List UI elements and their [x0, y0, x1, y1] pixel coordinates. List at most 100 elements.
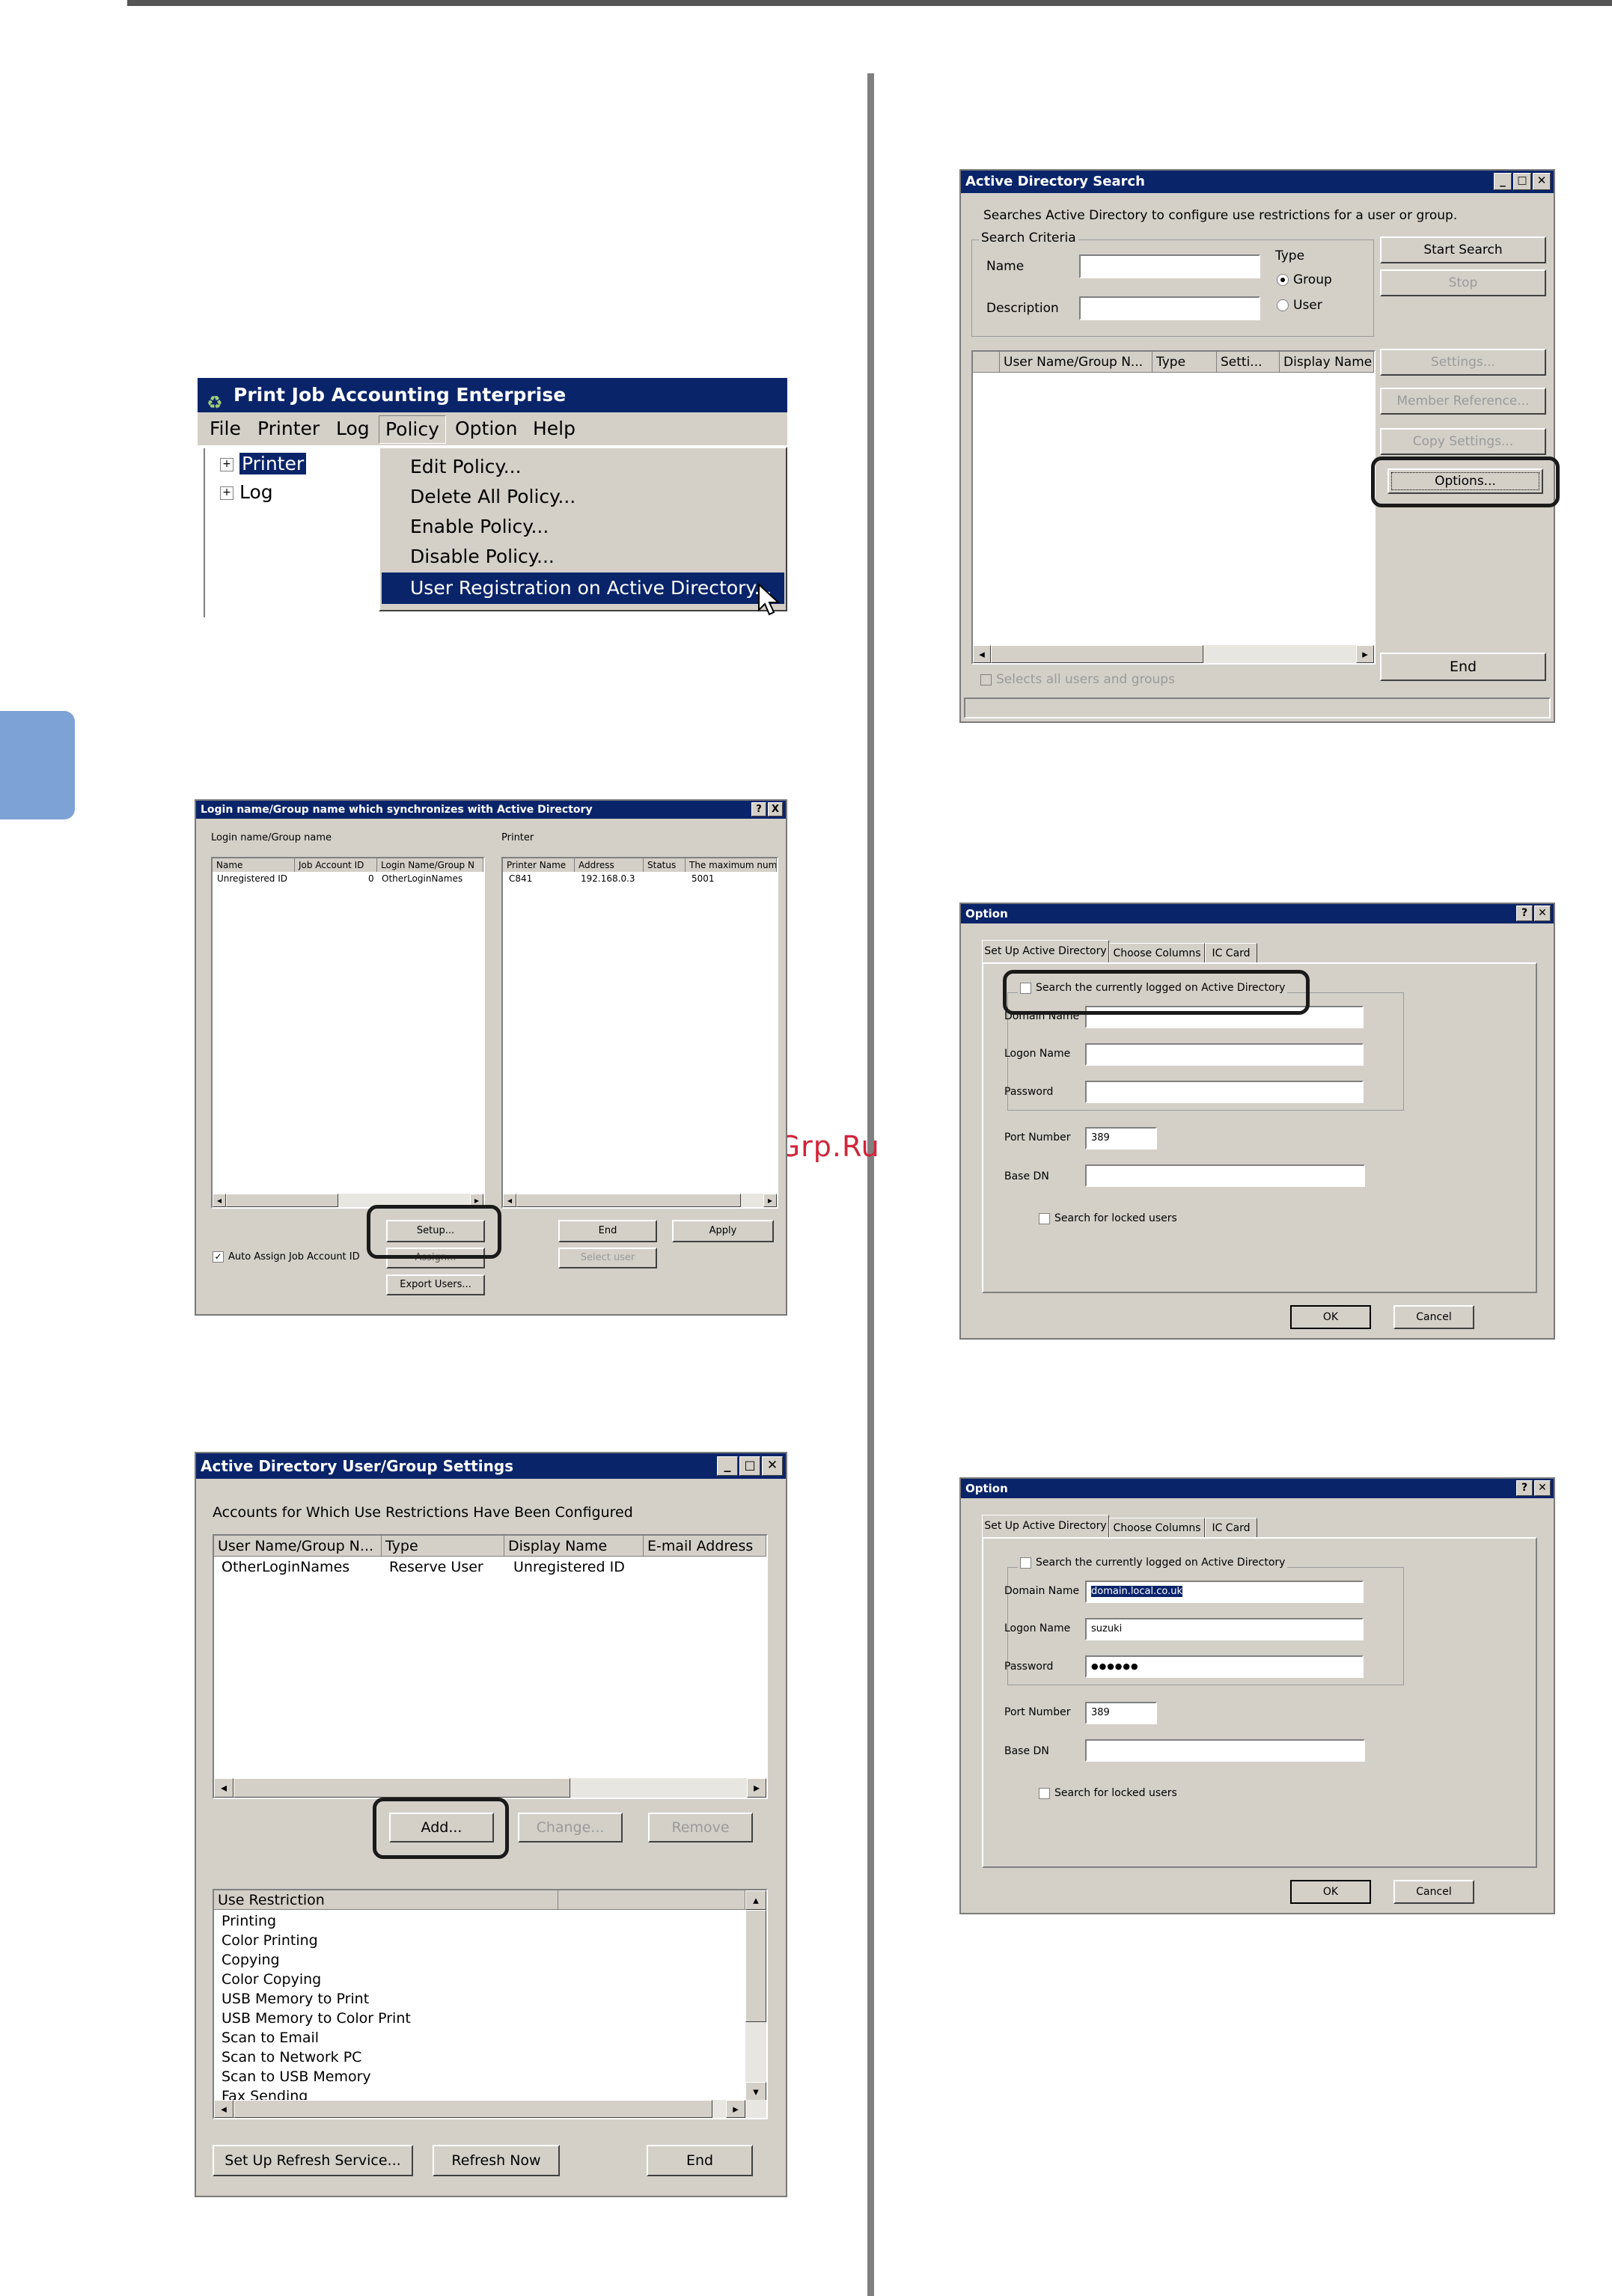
- scroll-left-icon[interactable]: ◂: [214, 2100, 233, 2118]
- table-row[interactable]: C841 192.168.0.3 5001: [503, 872, 777, 885]
- set-up-refresh-service-button[interactable]: Set Up Refresh Service...: [213, 2145, 413, 2176]
- table-row[interactable]: OtherLoginNames Reserve User Unregistere…: [214, 1557, 766, 1578]
- expand-icon[interactable]: +: [220, 458, 233, 471]
- tab-choose-columns[interactable]: Choose Columns: [1109, 1518, 1205, 1537]
- menu-log[interactable]: Log: [336, 412, 370, 445]
- scroll-up-icon[interactable]: ▴: [745, 1890, 766, 1910]
- export-users-button[interactable]: Export Users...: [386, 1274, 485, 1295]
- horizontal-scrollbar[interactable]: ◂ ▸: [214, 2100, 766, 2118]
- tree-item-log[interactable]: + Log: [220, 481, 273, 503]
- list-item[interactable]: Scan to USB Memory: [222, 2067, 411, 2086]
- search-results-list[interactable]: User Name/Group N... Type Setti... Displ…: [971, 350, 1376, 665]
- scroll-right-icon[interactable]: ▸: [763, 1194, 777, 1207]
- checkbox-icon[interactable]: [1020, 1557, 1031, 1569]
- ok-button[interactable]: OK: [1290, 1305, 1371, 1329]
- search-locked-checkbox[interactable]: Search for locked users: [1039, 1787, 1177, 1799]
- menu-item-edit-policy[interactable]: Edit Policy...: [410, 456, 522, 477]
- list-item[interactable]: Copying: [222, 1950, 411, 1970]
- printer-list[interactable]: Printer Name Address Status The maximum …: [501, 857, 778, 1209]
- password-input[interactable]: ●●●●●●: [1085, 1655, 1364, 1678]
- type-user-radio[interactable]: User: [1277, 298, 1322, 313]
- list-item[interactable]: USB Memory to Print: [222, 1989, 411, 2009]
- list-item[interactable]: Color Printing: [222, 1931, 411, 1950]
- checkbox-icon[interactable]: [1039, 1212, 1050, 1224]
- help-button[interactable]: ?: [1516, 906, 1533, 921]
- list-item[interactable]: Scan to Network PC: [222, 2048, 411, 2067]
- close-button[interactable]: ✕: [762, 1456, 783, 1476]
- name-input[interactable]: [1079, 254, 1260, 278]
- accounts-list[interactable]: User Name/Group N... Type Display Name E…: [213, 1534, 768, 1799]
- menu-policy[interactable]: Policy: [379, 415, 446, 444]
- port-number-input[interactable]: 389: [1085, 1702, 1157, 1724]
- scroll-right-icon[interactable]: ▸: [747, 1778, 766, 1798]
- scroll-thumb[interactable]: [991, 645, 1203, 663]
- close-button[interactable]: ✕: [1533, 173, 1551, 190]
- scroll-thumb[interactable]: [226, 1194, 338, 1207]
- remove-button[interactable]: Remove: [648, 1813, 753, 1842]
- end-button[interactable]: End: [1380, 653, 1546, 681]
- tab-set-up-active-directory[interactable]: Set Up Active Directory: [982, 940, 1109, 962]
- select-user-button[interactable]: Select user: [558, 1248, 657, 1268]
- menu-help[interactable]: Help: [533, 412, 576, 445]
- expand-icon[interactable]: +: [220, 486, 233, 500]
- radio-selected-icon[interactable]: [1277, 274, 1289, 286]
- base-dn-input[interactable]: [1085, 1164, 1365, 1187]
- apply-button[interactable]: Apply: [672, 1220, 774, 1242]
- stop-button[interactable]: Stop: [1380, 269, 1546, 296]
- refresh-now-button[interactable]: Refresh Now: [433, 2145, 560, 2176]
- checkbox-icon[interactable]: [1039, 1787, 1050, 1799]
- change-button[interactable]: Change...: [518, 1813, 623, 1842]
- scroll-left-icon[interactable]: ◂: [973, 645, 991, 663]
- type-group-radio[interactable]: Group: [1277, 272, 1332, 287]
- help-button[interactable]: ?: [751, 802, 766, 816]
- maximize-button[interactable]: □: [739, 1456, 760, 1476]
- horizontal-scrollbar[interactable]: ◂ ▸: [503, 1194, 777, 1207]
- maximize-button[interactable]: □: [1513, 173, 1531, 190]
- scroll-right-icon[interactable]: ▸: [1356, 645, 1374, 663]
- settings-button[interactable]: Settings...: [1380, 349, 1546, 376]
- base-dn-input[interactable]: [1085, 1739, 1365, 1762]
- search-locked-checkbox[interactable]: Search for locked users: [1039, 1212, 1177, 1224]
- minimize-button[interactable]: _: [717, 1456, 738, 1476]
- member-reference-button[interactable]: Member Reference...: [1380, 388, 1546, 415]
- menu-printer[interactable]: Printer: [257, 412, 320, 445]
- scroll-thumb[interactable]: [233, 2100, 712, 2118]
- tab-ic-card[interactable]: IC Card: [1205, 1518, 1257, 1537]
- tab-ic-card[interactable]: IC Card: [1205, 943, 1257, 962]
- cancel-button[interactable]: Cancel: [1393, 1305, 1474, 1329]
- menu-item-delete-all-policy[interactable]: Delete All Policy...: [410, 486, 576, 507]
- checkbox-icon[interactable]: [980, 674, 992, 686]
- menu-item-enable-policy[interactable]: Enable Policy...: [410, 516, 549, 537]
- list-item[interactable]: USB Memory to Color Print: [222, 2009, 411, 2028]
- list-item[interactable]: Color Copying: [222, 1970, 411, 1989]
- horizontal-scrollbar[interactable]: ◂ ▸: [214, 1778, 766, 1798]
- select-all-checkbox[interactable]: Selects all users and groups: [980, 672, 1175, 687]
- tab-set-up-active-directory[interactable]: Set Up Active Directory: [982, 1515, 1109, 1537]
- table-row[interactable]: Unregistered ID 0 OtherLoginNames: [213, 872, 483, 885]
- horizontal-scrollbar[interactable]: ◂ ▸: [973, 645, 1374, 663]
- scroll-right-icon[interactable]: ▸: [726, 2100, 745, 2118]
- radio-icon[interactable]: [1277, 299, 1289, 311]
- end-button[interactable]: End: [647, 2145, 753, 2176]
- logon-name-input[interactable]: [1085, 1043, 1364, 1066]
- start-search-button[interactable]: Start Search: [1380, 236, 1546, 263]
- copy-settings-button[interactable]: Copy Settings...: [1380, 428, 1546, 455]
- menu-item-disable-policy[interactable]: Disable Policy...: [410, 546, 555, 567]
- scroll-left-icon[interactable]: ◂: [503, 1194, 516, 1207]
- search-logged-checkbox[interactable]: Search the currently logged on Active Di…: [1018, 1557, 1288, 1569]
- tab-choose-columns[interactable]: Choose Columns: [1109, 943, 1205, 962]
- password-input[interactable]: [1085, 1081, 1364, 1103]
- login-list[interactable]: Name Job Account ID Login Name/Group N U…: [211, 857, 485, 1209]
- menu-item-user-registration[interactable]: User Registration on Active Directory...: [382, 573, 784, 604]
- scroll-left-icon[interactable]: ◂: [214, 1778, 233, 1798]
- close-button[interactable]: X: [768, 802, 783, 816]
- menu-option[interactable]: Option: [455, 412, 517, 445]
- port-number-input[interactable]: 389: [1085, 1127, 1157, 1149]
- list-item[interactable]: Scan to Email: [222, 2028, 411, 2048]
- domain-name-input[interactable]: domain.local.co.uk: [1085, 1581, 1364, 1603]
- tree-item-printer[interactable]: + Printer: [220, 453, 307, 474]
- close-button[interactable]: ✕: [1534, 1480, 1551, 1496]
- use-restriction-list[interactable]: Use Restriction Printing Color Printing …: [213, 1889, 768, 2119]
- auto-assign-checkbox[interactable]: ✓ Auto Assign Job Account ID: [213, 1251, 360, 1263]
- ok-button[interactable]: OK: [1290, 1880, 1371, 1904]
